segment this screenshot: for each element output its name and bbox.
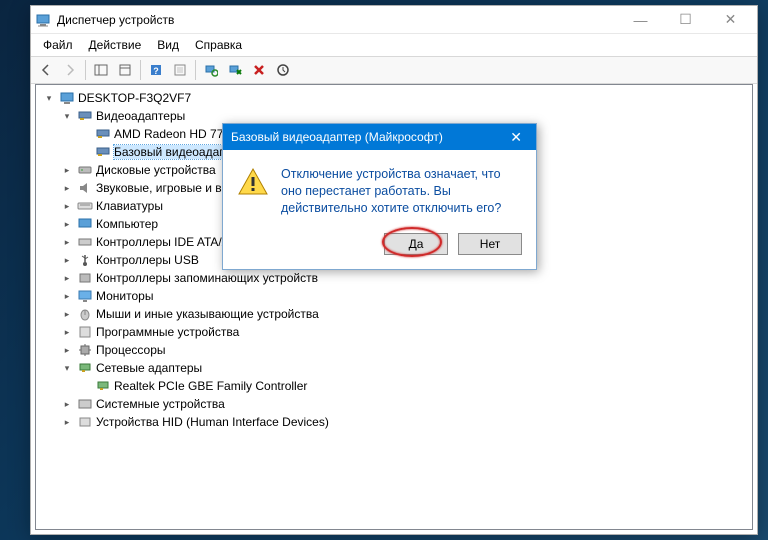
node-label: Компьютер (96, 217, 158, 231)
node-label: Сетевые адаптеры (96, 361, 202, 375)
device-manager-window: Диспетчер устройств — ☐ ✕ Файл Действие … (30, 5, 758, 535)
enable-device-button[interactable] (224, 59, 246, 81)
display-adapter-icon (95, 144, 111, 160)
chevron-right-icon[interactable]: ▸ (60, 217, 74, 231)
mouse-icon (77, 306, 93, 322)
chevron-right-icon[interactable]: ▸ (60, 289, 74, 303)
node-label: Процессоры (96, 343, 166, 357)
storage-icon (77, 270, 93, 286)
node-label: Клавиатуры (96, 199, 163, 213)
chevron-right-icon[interactable]: ▸ (60, 253, 74, 267)
network-icon (95, 378, 111, 394)
chevron-down-icon[interactable]: ▾ (42, 91, 56, 105)
menu-action[interactable]: Действие (81, 36, 150, 54)
back-button[interactable] (35, 59, 57, 81)
hid-icon (77, 414, 93, 430)
chevron-right-icon[interactable]: ▸ (60, 181, 74, 195)
uninstall-device-button[interactable] (248, 59, 270, 81)
menu-file[interactable]: Файл (35, 36, 81, 54)
monitor-icon (77, 288, 93, 304)
mice-node[interactable]: ▸ Мыши и иные указывающие устройства (60, 305, 750, 323)
display-adapter-icon (95, 126, 111, 142)
yes-button[interactable]: Да (384, 233, 448, 255)
scan-hardware-button[interactable] (200, 59, 222, 81)
node-label: Контроллеры запоминающих устройств (96, 271, 318, 285)
chevron-right-icon[interactable]: ▸ (60, 199, 74, 213)
speaker-icon (77, 180, 93, 196)
usb-icon (77, 252, 93, 268)
node-label: Системные устройства (96, 397, 225, 411)
system-icon (77, 396, 93, 412)
network-adapters-node[interactable]: ▾ Сетевые адаптеры (60, 359, 750, 377)
computer-root-node[interactable]: ▾ DESKTOP-F3Q2VF7 (42, 89, 750, 107)
minimize-button[interactable]: — (618, 7, 663, 33)
chevron-right-icon[interactable]: ▸ (60, 343, 74, 357)
node-label: Мониторы (96, 289, 153, 303)
computer-icon (77, 216, 93, 232)
toolbar-separator (140, 60, 141, 80)
monitors-node[interactable]: ▸ Мониторы (60, 287, 750, 305)
show-hide-tree-button[interactable] (90, 59, 112, 81)
chevron-right-icon[interactable]: ▸ (60, 307, 74, 321)
chevron-right-icon[interactable]: ▸ (60, 271, 74, 285)
node-label: Дисковые устройства (96, 163, 216, 177)
node-label: Контроллеры USB (96, 253, 199, 267)
toolbar-separator (195, 60, 196, 80)
ide-icon (77, 234, 93, 250)
node-label: Realtek PCIe GBE Family Controller (114, 379, 307, 393)
help-button[interactable]: ? (145, 59, 167, 81)
confirm-disable-dialog: Базовый видеоадаптер (Майкрософт) ✕ Откл… (222, 123, 537, 270)
chevron-right-icon[interactable]: ▸ (60, 415, 74, 429)
chevron-right-icon[interactable]: ▸ (60, 235, 74, 249)
hid-devices-node[interactable]: ▸ Устройства HID (Human Interface Devices… (60, 413, 750, 431)
dialog-message: Отключение устройства означает, что оно … (281, 166, 522, 217)
chevron-right-icon[interactable]: ▸ (60, 397, 74, 411)
chevron-right-icon[interactable]: ▸ (60, 325, 74, 339)
network-icon (77, 360, 93, 376)
dialog-titlebar[interactable]: Базовый видеоадаптер (Майкрософт) ✕ (223, 124, 536, 150)
chevron-right-icon[interactable]: ▸ (60, 163, 74, 177)
storage-controllers-node[interactable]: ▸ Контроллеры запоминающих устройств (60, 269, 750, 287)
no-button[interactable]: Нет (458, 233, 522, 255)
properties-button[interactable] (114, 59, 136, 81)
node-label: Мыши и иные указывающие устройства (96, 307, 319, 321)
display-adapter-icon (77, 108, 93, 124)
warning-icon (237, 166, 269, 198)
toolbar: ? (31, 56, 757, 84)
close-button[interactable]: ✕ (708, 7, 753, 33)
app-icon (35, 12, 51, 28)
node-label: Видеоадаптеры (96, 109, 185, 123)
disk-icon (77, 162, 93, 178)
network-adapter-item[interactable]: Realtek PCIe GBE Family Controller (78, 377, 750, 395)
dialog-close-button[interactable]: ✕ (504, 129, 528, 146)
toolbar-separator (85, 60, 86, 80)
chevron-down-icon[interactable]: ▾ (60, 109, 74, 123)
chevron-down-icon[interactable]: ▾ (60, 361, 74, 375)
software-icon (77, 324, 93, 340)
node-label: Программные устройства (96, 325, 239, 339)
window-title: Диспетчер устройств (57, 13, 618, 27)
dialog-title: Базовый видеоадаптер (Майкрософт) (231, 130, 443, 144)
keyboard-icon (77, 198, 93, 214)
menu-view[interactable]: Вид (149, 36, 187, 54)
node-label: DESKTOP-F3Q2VF7 (78, 91, 191, 105)
system-devices-node[interactable]: ▸ Системные устройства (60, 395, 750, 413)
cpu-icon (77, 342, 93, 358)
menu-help[interactable]: Справка (187, 36, 250, 54)
processors-node[interactable]: ▸ Процессоры (60, 341, 750, 359)
titlebar[interactable]: Диспетчер устройств — ☐ ✕ (31, 6, 757, 34)
software-devices-node[interactable]: ▸ Программные устройства (60, 323, 750, 341)
update-driver-button[interactable] (272, 59, 294, 81)
computer-icon (59, 90, 75, 106)
action-button[interactable] (169, 59, 191, 81)
svg-text:?: ? (153, 66, 159, 76)
menubar: Файл Действие Вид Справка (31, 34, 757, 56)
node-label: Устройства HID (Human Interface Devices) (96, 415, 329, 429)
forward-button[interactable] (59, 59, 81, 81)
maximize-button[interactable]: ☐ (663, 7, 708, 33)
